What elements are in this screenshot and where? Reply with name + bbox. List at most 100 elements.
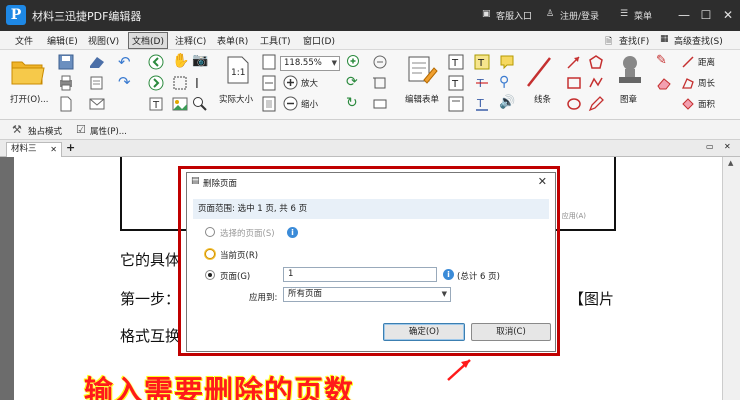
note-icon[interactable] <box>499 54 515 70</box>
camera-icon[interactable]: 📷 <box>192 53 208 68</box>
menu-document[interactable]: 文档(D) <box>128 32 168 49</box>
edit-form-icon[interactable] <box>406 54 438 86</box>
vertical-scrollbar[interactable]: ▲ <box>722 157 740 400</box>
line-tool-icon[interactable] <box>524 54 554 90</box>
tab-document[interactable]: 材料三 ✕ <box>6 142 62 157</box>
open-label[interactable]: 打开(O)... <box>10 93 48 105</box>
zoom-out-icon[interactable] <box>283 96 298 111</box>
open-folder-icon[interactable] <box>10 56 46 86</box>
close-icon[interactable]: ✕ <box>718 5 738 25</box>
back-icon[interactable] <box>148 54 164 70</box>
zoom-out-label[interactable]: 缩小 <box>301 98 318 110</box>
forward-icon[interactable] <box>148 75 164 91</box>
radio-pages[interactable] <box>205 270 215 280</box>
perimeter-icon[interactable] <box>681 76 695 90</box>
edit-form-label[interactable]: 编辑表单 <box>405 93 439 105</box>
menu-comment[interactable]: 注释(C) <box>173 34 208 47</box>
menu-link[interactable]: 菜单 <box>634 9 652 22</box>
page-setup-icon[interactable] <box>88 75 106 91</box>
service-icon[interactable]: ▣ <box>482 9 491 19</box>
area-label[interactable]: 面积 <box>698 98 715 110</box>
underline-icon[interactable]: T <box>474 96 490 112</box>
eraser-tool-icon[interactable] <box>656 75 672 91</box>
advanced-find-icon[interactable]: ▦ <box>660 34 669 44</box>
undo-icon[interactable]: ↶ <box>118 53 131 71</box>
ok-button[interactable]: 确定(O) <box>383 323 465 341</box>
email-icon[interactable] <box>88 96 106 112</box>
pages-info-icon[interactable]: i <box>443 269 454 280</box>
callout-icon[interactable] <box>448 96 464 112</box>
menu-window[interactable]: 窗口(D) <box>301 34 337 47</box>
info-icon[interactable]: i <box>287 227 298 238</box>
find-button[interactable]: 查找(F) <box>619 34 649 47</box>
zoom-in-label[interactable]: 放大 <box>301 77 318 89</box>
save-icon[interactable] <box>58 54 74 70</box>
redo-icon[interactable]: ↷ <box>118 73 131 91</box>
fit-page-icon[interactable] <box>262 54 276 70</box>
menu-file[interactable]: 文件 <box>13 34 35 47</box>
maximize-icon[interactable]: ☐ <box>696 5 716 25</box>
attachment-icon[interactable]: ⚲ <box>499 74 509 90</box>
find-icon[interactable]: 🗎 <box>605 34 612 50</box>
strikethrough-icon[interactable]: T <box>474 75 490 91</box>
menu-view[interactable]: 视图(V) <box>86 34 121 47</box>
service-link[interactable]: 客服入口 <box>496 9 532 22</box>
scroll-up-icon[interactable]: ▲ <box>728 159 733 167</box>
distance-icon[interactable] <box>681 55 695 69</box>
document-icon[interactable] <box>58 96 74 112</box>
advanced-find-button[interactable]: 高级查找(S) <box>674 34 723 47</box>
text-field-icon[interactable]: T <box>448 54 464 70</box>
add-tab-icon[interactable]: + <box>66 141 75 154</box>
actual-size-label[interactable]: 实际大小 <box>219 93 253 105</box>
polyline-icon[interactable] <box>588 75 604 91</box>
link-icon[interactable] <box>372 54 388 70</box>
perimeter-label[interactable]: 周长 <box>698 77 715 89</box>
area-icon[interactable] <box>681 97 695 111</box>
fit-visible-icon[interactable] <box>262 96 276 112</box>
menu-edit[interactable]: 编辑(E) <box>45 34 80 47</box>
rectangle-icon[interactable] <box>566 75 582 91</box>
ellipse-icon[interactable] <box>566 96 582 112</box>
pencil-icon[interactable] <box>588 96 604 112</box>
text-box-icon[interactable]: T <box>448 75 464 91</box>
field-icon[interactable] <box>372 96 388 112</box>
stamp-icon[interactable] <box>616 54 644 88</box>
text-select-icon[interactable]: T <box>148 96 164 112</box>
restore-icon[interactable]: ▭ <box>706 142 714 151</box>
refresh-icon[interactable]: ↻ <box>346 95 358 111</box>
pages-input[interactable]: 1 <box>283 267 437 282</box>
login-link[interactable]: 注册/登录 <box>560 9 599 22</box>
actual-size-icon[interactable]: 1:1 <box>226 56 250 84</box>
tab-close-icon[interactable]: ✕ <box>50 143 57 156</box>
minimize-icon[interactable]: — <box>674 5 694 25</box>
hand-tool-icon[interactable]: ✋ <box>172 53 189 69</box>
zoom-tool-icon[interactable] <box>192 96 208 112</box>
typewriter-icon[interactable]: T <box>474 54 490 70</box>
crop-icon[interactable] <box>372 75 388 91</box>
tab-close-all-icon[interactable]: ✕ <box>724 142 731 151</box>
radio-current-page[interactable] <box>205 249 215 259</box>
sound-icon[interactable]: 🔊 <box>499 95 515 110</box>
properties-icon[interactable]: ☑ <box>76 123 86 136</box>
text-tool-icon[interactable]: I <box>192 75 208 91</box>
exclusive-mode-icon[interactable]: ⚒ <box>12 123 22 136</box>
lines-label[interactable]: 线条 <box>534 93 551 105</box>
rotate-icon[interactable]: ⟳ <box>346 74 358 90</box>
zoom-in-icon[interactable] <box>283 75 298 90</box>
highlight-pen-icon[interactable]: ✎ <box>656 53 667 68</box>
dialog-close-icon[interactable]: ✕ <box>538 175 547 188</box>
exclusive-mode-button[interactable]: 独占模式 <box>28 125 62 137</box>
print-icon[interactable] <box>58 75 74 91</box>
polygon-icon[interactable] <box>588 54 604 70</box>
apply-to-select[interactable]: 所有页面 ▼ <box>283 287 451 302</box>
user-icon[interactable]: ♙ <box>546 9 554 19</box>
distance-label[interactable]: 距离 <box>698 56 715 68</box>
zoom-plus-icon[interactable] <box>346 54 362 70</box>
menu-icon[interactable]: ☰ <box>620 9 628 19</box>
fit-width-icon[interactable] <box>262 75 276 91</box>
stamp-label[interactable]: 图章 <box>620 93 637 105</box>
menu-form[interactable]: 表单(R) <box>215 34 250 47</box>
radio-selected-pages[interactable] <box>205 227 215 237</box>
eraser-icon[interactable] <box>88 54 106 70</box>
cancel-button[interactable]: 取消(C) <box>471 323 551 341</box>
